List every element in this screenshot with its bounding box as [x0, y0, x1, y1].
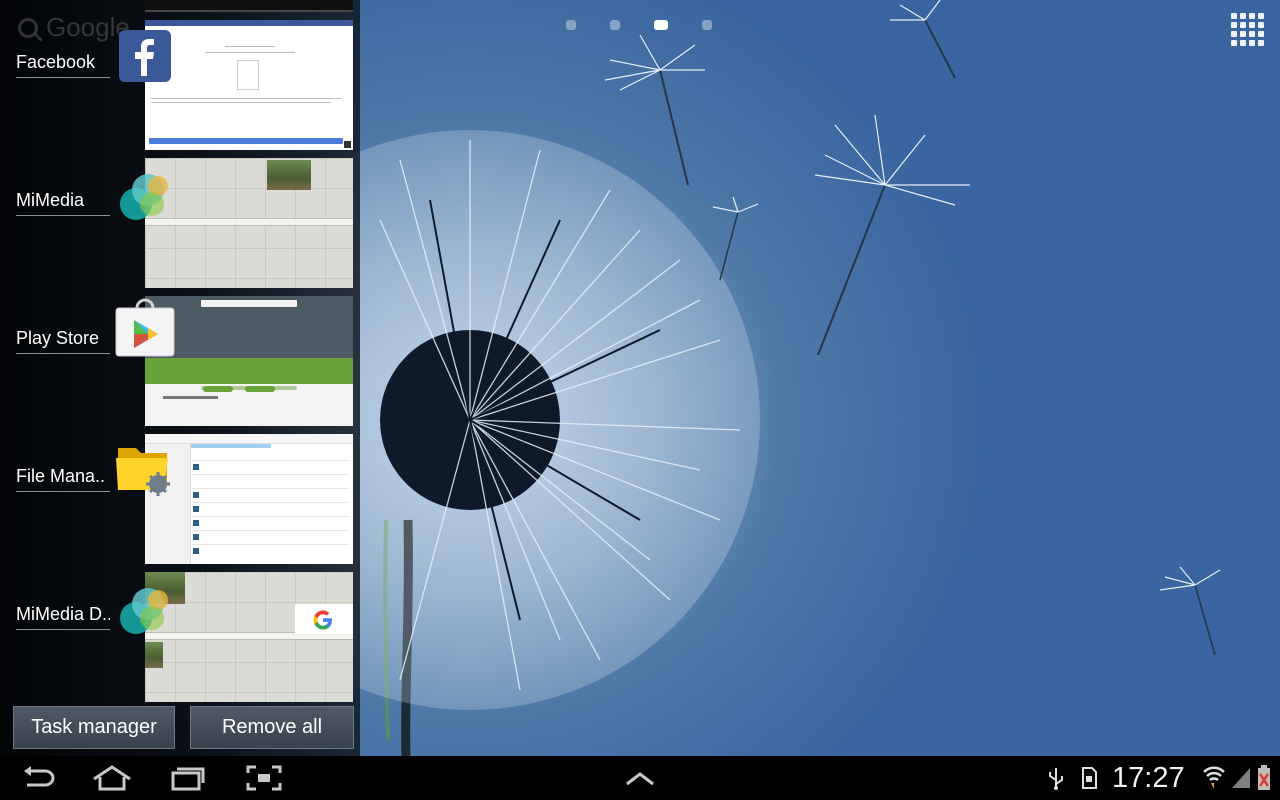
task-manager-button[interactable]: Task manager — [13, 706, 175, 749]
recent-item-play-store[interactable]: Play Store — [0, 296, 360, 426]
battery-icon — [1258, 765, 1270, 790]
chevron-up-icon — [626, 772, 654, 786]
page-dot[interactable] — [566, 20, 576, 30]
screenshot-icon — [246, 765, 282, 791]
home-button[interactable] — [90, 762, 134, 794]
recent-item-file-manager[interactable]: File Mana.. — [0, 434, 360, 564]
remove-all-button[interactable]: Remove all — [190, 706, 354, 749]
recent-thumbnail-partial — [145, 0, 353, 12]
recent-item-thumbnail[interactable] — [145, 434, 353, 564]
status-clock: 17:27 — [1112, 762, 1185, 794]
recent-item-facebook[interactable]: Facebook — [0, 20, 360, 150]
recent-item-label: File Mana.. — [16, 466, 110, 492]
recent-item-label: MiMedia D.. — [16, 604, 110, 630]
recent-item-mimedia[interactable]: MiMedia — [0, 158, 360, 288]
wifi-icon — [1203, 766, 1225, 789]
recent-apps-panel: Google Facebook MiMedia Play Store File … — [0, 0, 360, 756]
recent-apps-button[interactable] — [168, 762, 208, 794]
back-button[interactable] — [20, 762, 58, 794]
expand-button[interactable] — [622, 762, 658, 794]
home-page-indicator — [566, 20, 712, 30]
recent-item-thumbnail[interactable] — [145, 572, 353, 702]
home-icon — [93, 765, 131, 791]
apps-grid-icon[interactable] — [1230, 12, 1266, 46]
recent-item-thumbnail[interactable] — [145, 20, 353, 150]
google-icon — [313, 610, 332, 630]
screenshot-button[interactable] — [246, 762, 282, 794]
mimedia-icon — [120, 174, 168, 220]
sd-card-icon — [1082, 767, 1097, 789]
page-dot[interactable] — [610, 20, 620, 30]
recent-item-label: Play Store — [16, 328, 110, 354]
recent-item-thumbnail[interactable] — [145, 296, 353, 426]
recent-apps-icon — [171, 767, 205, 791]
system-navigation-bar: 17:27 — [0, 756, 1280, 800]
page-dot-active[interactable] — [654, 20, 668, 30]
recent-item-label: MiMedia — [16, 190, 110, 216]
facebook-icon — [119, 30, 171, 82]
usb-icon — [1049, 768, 1063, 790]
signal-icon — [1232, 768, 1250, 788]
recent-item-mimedia-d[interactable]: MiMedia D.. — [0, 572, 360, 702]
mimedia-icon — [120, 588, 168, 634]
recent-item-thumbnail[interactable] — [145, 158, 353, 288]
file-manager-icon — [116, 448, 170, 496]
back-icon — [24, 766, 55, 787]
page-dot[interactable] — [702, 20, 712, 30]
play-store-icon — [115, 298, 175, 357]
recent-item-label: Facebook — [16, 52, 110, 78]
